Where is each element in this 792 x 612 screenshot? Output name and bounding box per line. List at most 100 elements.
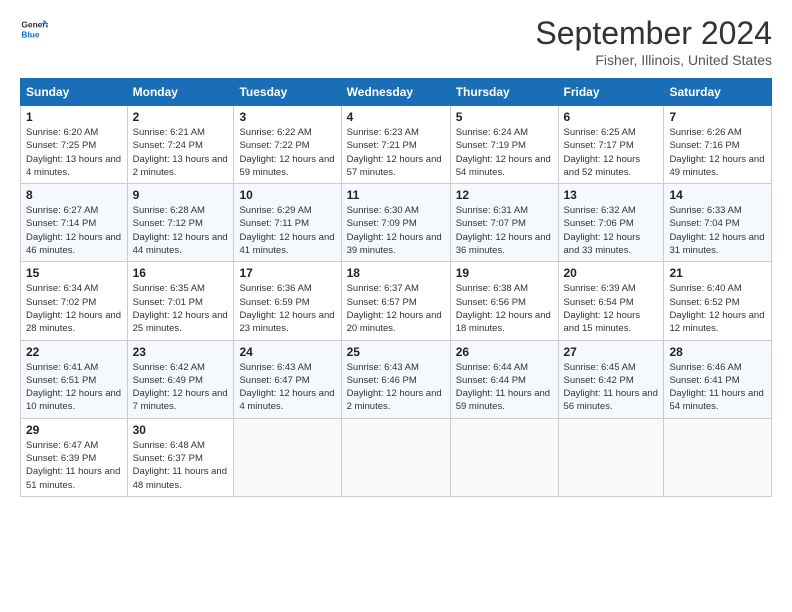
col-thursday: Thursday (450, 79, 558, 106)
table-row (341, 418, 450, 496)
day-info: Sunrise: 6:25 AMSunset: 7:17 PMDaylight:… (564, 126, 659, 179)
table-row: 28Sunrise: 6:46 AMSunset: 6:41 PMDayligh… (664, 340, 772, 418)
table-row: 6 Sunrise: 6:25 AMSunset: 7:17 PMDaylight… (558, 106, 664, 184)
header: General Blue September 2024 Fisher, Illi… (20, 15, 772, 68)
day-number: 2 (133, 110, 229, 124)
table-row (558, 418, 664, 496)
day-info: Sunrise: 6:45 AMSunset: 6:42 PMDaylight:… (564, 361, 659, 414)
table-row: 5Sunrise: 6:24 AMSunset: 7:19 PMDaylight… (450, 106, 558, 184)
location: Fisher, Illinois, United States (535, 52, 772, 68)
table-row: 15Sunrise: 6:34 AMSunset: 7:02 PMDayligh… (21, 262, 128, 340)
table-row: 24Sunrise: 6:43 AMSunset: 6:47 PMDayligh… (234, 340, 341, 418)
table-row (664, 418, 772, 496)
day-number: 25 (347, 345, 445, 359)
table-row: 1 Sunrise: 6:20 AMSunset: 7:25 PMDaylight… (21, 106, 128, 184)
day-info: Sunrise: 6:39 AMSunset: 6:54 PMDaylight:… (564, 282, 659, 335)
day-info: Sunrise: 6:42 AMSunset: 6:49 PMDaylight:… (133, 361, 229, 414)
table-row: 2 Sunrise: 6:21 AMSunset: 7:24 PMDaylight… (127, 106, 234, 184)
day-number: 17 (239, 266, 335, 280)
day-number: 26 (456, 345, 553, 359)
col-sunday: Sunday (21, 79, 128, 106)
day-info: Sunrise: 6:23 AMSunset: 7:21 PMDaylight:… (347, 126, 445, 179)
table-row: 29Sunrise: 6:47 AMSunset: 6:39 PMDayligh… (21, 418, 128, 496)
day-info: Sunrise: 6:35 AMSunset: 7:01 PMDaylight:… (133, 282, 229, 335)
table-row (450, 418, 558, 496)
svg-text:Blue: Blue (21, 29, 39, 39)
table-row: 23 Sunrise: 6:42 AMSunset: 6:49 PMDayligh… (127, 340, 234, 418)
day-info: Sunrise: 6:32 AMSunset: 7:06 PMDaylight:… (564, 204, 659, 257)
day-number: 14 (669, 188, 766, 202)
day-info: Sunrise: 6:31 AMSunset: 7:07 PMDaylight:… (456, 204, 553, 257)
table-row: 21Sunrise: 6:40 AMSunset: 6:52 PMDayligh… (664, 262, 772, 340)
table-row: 18 Sunrise: 6:37 AMSunset: 6:57 PMDayligh… (341, 262, 450, 340)
col-monday: Monday (127, 79, 234, 106)
month-title: September 2024 (535, 15, 772, 52)
day-number: 9 (133, 188, 229, 202)
day-info: Sunrise: 6:43 AMSunset: 6:46 PMDaylight:… (347, 361, 445, 414)
table-row: 9 Sunrise: 6:28 AMSunset: 7:12 PMDaylight… (127, 184, 234, 262)
title-area: September 2024 Fisher, Illinois, United … (535, 15, 772, 68)
day-number: 3 (239, 110, 335, 124)
day-number: 8 (26, 188, 122, 202)
calendar-week-4: 22Sunrise: 6:41 AMSunset: 6:51 PMDayligh… (21, 340, 772, 418)
table-row: 11 Sunrise: 6:30 AMSunset: 7:09 PMDayligh… (341, 184, 450, 262)
table-row: 3Sunrise: 6:22 AMSunset: 7:22 PMDaylight… (234, 106, 341, 184)
day-number: 27 (564, 345, 659, 359)
table-row: 27 Sunrise: 6:45 AMSunset: 6:42 PMDayligh… (558, 340, 664, 418)
day-info: Sunrise: 6:33 AMSunset: 7:04 PMDaylight:… (669, 204, 766, 257)
table-row: 4Sunrise: 6:23 AMSunset: 7:21 PMDaylight… (341, 106, 450, 184)
day-number: 16 (133, 266, 229, 280)
table-row: 12 Sunrise: 6:31 AMSunset: 7:07 PMDayligh… (450, 184, 558, 262)
day-info: Sunrise: 6:20 AMSunset: 7:25 PMDaylight:… (26, 126, 122, 179)
day-info: Sunrise: 6:47 AMSunset: 6:39 PMDaylight:… (26, 439, 122, 492)
day-info: Sunrise: 6:21 AMSunset: 7:24 PMDaylight:… (133, 126, 229, 179)
day-number: 23 (133, 345, 229, 359)
col-saturday: Saturday (664, 79, 772, 106)
day-number: 20 (564, 266, 659, 280)
day-number: 13 (564, 188, 659, 202)
day-info: Sunrise: 6:40 AMSunset: 6:52 PMDaylight:… (669, 282, 766, 335)
table-row: 13 Sunrise: 6:32 AMSunset: 7:06 PMDayligh… (558, 184, 664, 262)
logo-icon: General Blue (20, 15, 48, 43)
day-number: 30 (133, 423, 229, 437)
table-row: 26 Sunrise: 6:44 AMSunset: 6:44 PMDayligh… (450, 340, 558, 418)
calendar-table: Sunday Monday Tuesday Wednesday Thursday… (20, 78, 772, 497)
table-row: 22Sunrise: 6:41 AMSunset: 6:51 PMDayligh… (21, 340, 128, 418)
day-info: Sunrise: 6:30 AMSunset: 7:09 PMDaylight:… (347, 204, 445, 257)
day-number: 28 (669, 345, 766, 359)
table-row: 7Sunrise: 6:26 AMSunset: 7:16 PMDaylight… (664, 106, 772, 184)
table-row (234, 418, 341, 496)
calendar-week-2: 8Sunrise: 6:27 AMSunset: 7:14 PMDaylight… (21, 184, 772, 262)
table-row: 10Sunrise: 6:29 AMSunset: 7:11 PMDayligh… (234, 184, 341, 262)
table-row: 19 Sunrise: 6:38 AMSunset: 6:56 PMDayligh… (450, 262, 558, 340)
day-info: Sunrise: 6:38 AMSunset: 6:56 PMDaylight:… (456, 282, 553, 335)
day-info: Sunrise: 6:24 AMSunset: 7:19 PMDaylight:… (456, 126, 553, 179)
calendar-week-3: 15Sunrise: 6:34 AMSunset: 7:02 PMDayligh… (21, 262, 772, 340)
day-number: 1 (26, 110, 122, 124)
day-number: 19 (456, 266, 553, 280)
day-number: 22 (26, 345, 122, 359)
table-row: 20 Sunrise: 6:39 AMSunset: 6:54 PMDayligh… (558, 262, 664, 340)
table-row: 16 Sunrise: 6:35 AMSunset: 7:01 PMDayligh… (127, 262, 234, 340)
day-number: 18 (347, 266, 445, 280)
day-number: 11 (347, 188, 445, 202)
calendar-header-row: Sunday Monday Tuesday Wednesday Thursday… (21, 79, 772, 106)
day-number: 24 (239, 345, 335, 359)
day-info: Sunrise: 6:44 AMSunset: 6:44 PMDaylight:… (456, 361, 553, 414)
day-info: Sunrise: 6:26 AMSunset: 7:16 PMDaylight:… (669, 126, 766, 179)
day-number: 12 (456, 188, 553, 202)
table-row: 30 Sunrise: 6:48 AMSunset: 6:37 PMDayligh… (127, 418, 234, 496)
logo: General Blue (20, 15, 48, 43)
day-info: Sunrise: 6:28 AMSunset: 7:12 PMDaylight:… (133, 204, 229, 257)
day-info: Sunrise: 6:48 AMSunset: 6:37 PMDaylight:… (133, 439, 229, 492)
calendar-week-1: 1 Sunrise: 6:20 AMSunset: 7:25 PMDaylight… (21, 106, 772, 184)
table-row: 14 Sunrise: 6:33 AMSunset: 7:04 PMDayligh… (664, 184, 772, 262)
col-friday: Friday (558, 79, 664, 106)
calendar-week-5: 29Sunrise: 6:47 AMSunset: 6:39 PMDayligh… (21, 418, 772, 496)
page: General Blue September 2024 Fisher, Illi… (0, 0, 792, 612)
table-row: 25 Sunrise: 6:43 AMSunset: 6:46 PMDayligh… (341, 340, 450, 418)
col-wednesday: Wednesday (341, 79, 450, 106)
day-number: 6 (564, 110, 659, 124)
day-info: Sunrise: 6:37 AMSunset: 6:57 PMDaylight:… (347, 282, 445, 335)
day-info: Sunrise: 6:36 AMSunset: 6:59 PMDaylight:… (239, 282, 335, 335)
